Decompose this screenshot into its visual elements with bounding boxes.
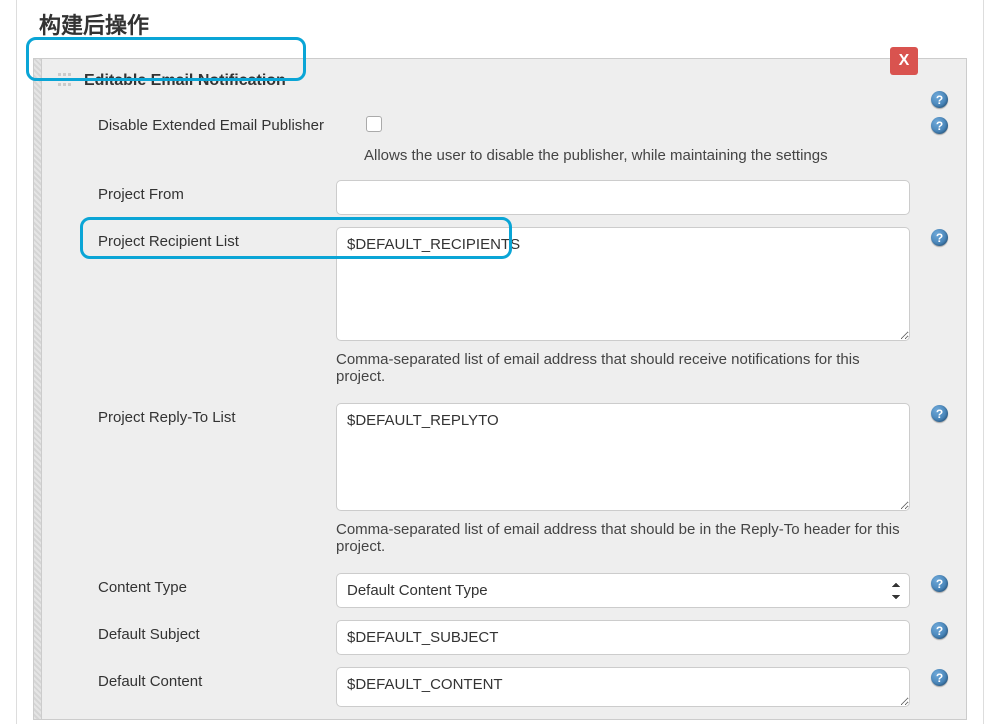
row-default-content: Default Content $DEFAULT_CONTENT ? (54, 661, 966, 713)
email-notification-panel: Editable Email Notification X ? Disable … (33, 58, 967, 720)
recipient-list-label: Project Recipient List (98, 227, 336, 250)
reply-to-help: Comma-separated list of email address th… (336, 521, 910, 555)
recipient-list-help: Comma-separated list of email address th… (336, 351, 910, 385)
section-title: 构建后操作 (17, 0, 983, 58)
project-from-label: Project From (98, 180, 336, 203)
help-icon[interactable]: ? (931, 405, 948, 422)
default-subject-label: Default Subject (98, 620, 336, 643)
default-subject-input[interactable] (336, 620, 910, 655)
help-icon[interactable]: ? (931, 229, 948, 246)
form-body: Disable Extended Email Publisher ? Allow… (34, 109, 966, 713)
panel-header[interactable]: Editable Email Notification X ? (34, 59, 966, 103)
help-icon[interactable]: ? (931, 669, 948, 686)
help-icon[interactable]: ? (931, 575, 948, 592)
row-default-subject: Default Subject ? (54, 614, 966, 661)
content-type-label: Content Type (98, 573, 336, 596)
drag-rail[interactable] (34, 59, 42, 719)
row-disable-publisher: Disable Extended Email Publisher ? (54, 109, 966, 139)
default-content-input[interactable]: $DEFAULT_CONTENT (336, 667, 910, 707)
help-icon[interactable]: ? (931, 91, 948, 108)
row-recipient-list: Project Recipient List $DEFAULT_RECIPIEN… (54, 221, 966, 397)
reply-to-label: Project Reply-To List (98, 403, 336, 426)
recipient-list-input[interactable]: $DEFAULT_RECIPIENTS (336, 227, 910, 341)
project-from-input[interactable] (336, 180, 910, 215)
default-content-label: Default Content (98, 667, 336, 690)
panel-title: Editable Email Notification (84, 72, 286, 90)
row-project-from: Project From (54, 174, 966, 221)
row-reply-to: Project Reply-To List $DEFAULT_REPLYTO C… (54, 397, 966, 567)
content-type-select[interactable]: Default Content Type (336, 573, 910, 608)
disable-publisher-help: Allows the user to disable the publisher… (54, 139, 966, 174)
delete-button[interactable]: X (890, 47, 918, 75)
drag-handle-icon[interactable] (58, 73, 72, 89)
row-content-type: Content Type Default Content Type ? (54, 567, 966, 614)
help-icon[interactable]: ? (931, 622, 948, 639)
reply-to-input[interactable]: $DEFAULT_REPLYTO (336, 403, 910, 511)
section-container: 构建后操作 Editable Email Notification X ? Di… (16, 0, 984, 724)
disable-publisher-checkbox[interactable] (366, 116, 382, 132)
help-icon[interactable]: ? (931, 117, 948, 134)
disable-publisher-label: Disable Extended Email Publisher (98, 115, 364, 134)
